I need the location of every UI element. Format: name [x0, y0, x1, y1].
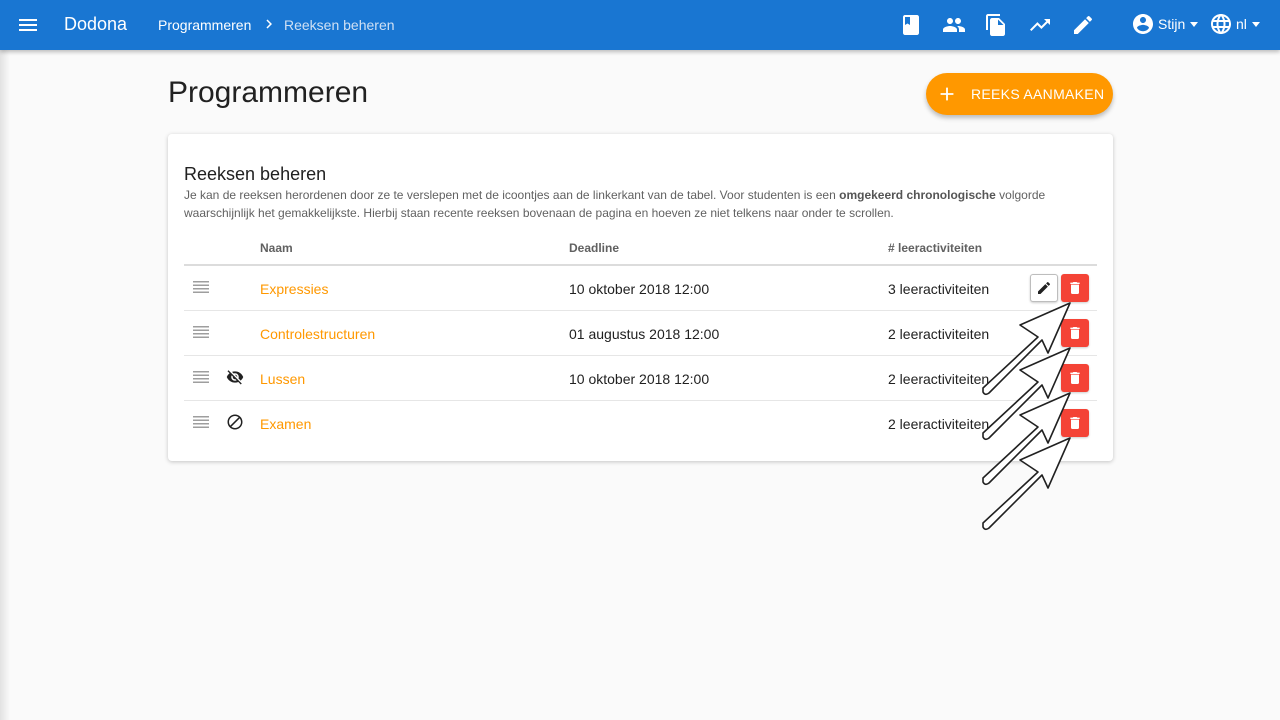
pencil-icon[interactable]: [1070, 12, 1096, 38]
table-row: Lussen 10 oktober 2018 12:00 2 leeractiv…: [184, 356, 1097, 401]
language-code: nl: [1236, 16, 1247, 32]
series-activity-count: 3 leeractiviteiten: [888, 281, 990, 297]
drag-handle-icon[interactable]: [193, 371, 209, 383]
series-deadline: 10 oktober 2018 12:00: [569, 371, 710, 387]
series-link[interactable]: Examen: [260, 416, 311, 432]
series-link[interactable]: Controlestructuren: [260, 326, 375, 342]
top-navbar: Dodona Programmeren Reeksen beheren Stij…: [0, 0, 1280, 50]
trending-up-icon[interactable]: [1027, 12, 1053, 38]
globe-icon: [1211, 14, 1231, 34]
users-icon[interactable]: [941, 12, 967, 38]
series-management-card: Reeksen beheren Je kan de reeksen herord…: [168, 134, 1113, 461]
description-emphasis: omgekeerd chronologische: [839, 188, 996, 202]
annotation-arrow-icon: [982, 437, 1071, 531]
user-menu[interactable]: Stijn: [1131, 12, 1199, 36]
column-header-name[interactable]: Naam: [260, 241, 293, 255]
series-activity-count: 2 leeractiviteiten: [888, 326, 990, 342]
annotation-arrow-icon: [982, 302, 1071, 396]
drag-handle-icon[interactable]: [193, 416, 209, 428]
language-menu[interactable]: nl: [1209, 12, 1260, 36]
eye-off-icon: [226, 370, 244, 385]
user-name: Stijn: [1158, 16, 1186, 32]
series-activity-count: 2 leeractiviteiten: [888, 416, 990, 432]
annotation-arrow-icon: [982, 347, 1071, 441]
menu-icon[interactable]: [14, 11, 42, 39]
column-header-activities[interactable]: # leeractiviteiten: [888, 241, 982, 255]
column-header-deadline[interactable]: Deadline: [569, 241, 619, 255]
plus-icon: [940, 87, 954, 101]
trash-icon: [1070, 282, 1080, 294]
account-circle-icon: [1133, 14, 1153, 34]
table-row: Controlestructuren 01 augustus 2018 12:0…: [184, 311, 1097, 356]
series-deadline: 10 oktober 2018 12:00: [569, 281, 710, 297]
create-series-button[interactable]: REEKS AANMAKEN: [926, 73, 1113, 115]
series-activity-count: 2 leeractiviteiten: [888, 371, 990, 387]
series-deadline: 01 augustus 2018 12:00: [569, 326, 720, 342]
pencil-icon: [1038, 281, 1051, 294]
chevron-right-icon: [260, 15, 278, 33]
block-icon: [227, 414, 243, 430]
page-title: Programmeren: [168, 76, 369, 109]
breadcrumb-current: Reeksen beheren: [284, 17, 395, 33]
document-icon[interactable]: [983, 12, 1009, 38]
series-link[interactable]: Expressies: [260, 281, 328, 297]
annotation-arrows: [982, 302, 1071, 531]
card-description: Je kan de reeksen herordenen door ze te …: [184, 188, 1046, 220]
card-title: Reeksen beheren: [184, 164, 327, 184]
book-icon[interactable]: [898, 12, 924, 38]
brand-logo[interactable]: Dodona: [64, 14, 127, 35]
drag-handle-icon[interactable]: [193, 281, 209, 293]
table-row: Expressies 10 oktober 2018 12:00 3 leera…: [184, 266, 1097, 311]
table-row: Examen 2 leeractiviteiten: [184, 401, 1097, 446]
caret-down-icon: [1251, 21, 1260, 27]
series-link[interactable]: Lussen: [260, 371, 305, 387]
drag-handle-icon[interactable]: [193, 326, 209, 338]
breadcrumb-course[interactable]: Programmeren: [158, 17, 251, 33]
create-series-label: REEKS AANMAKEN: [971, 86, 1105, 102]
caret-down-icon: [1190, 21, 1199, 27]
annotation-arrow-icon: [982, 392, 1071, 486]
page-edge-shadow: [0, 50, 10, 720]
